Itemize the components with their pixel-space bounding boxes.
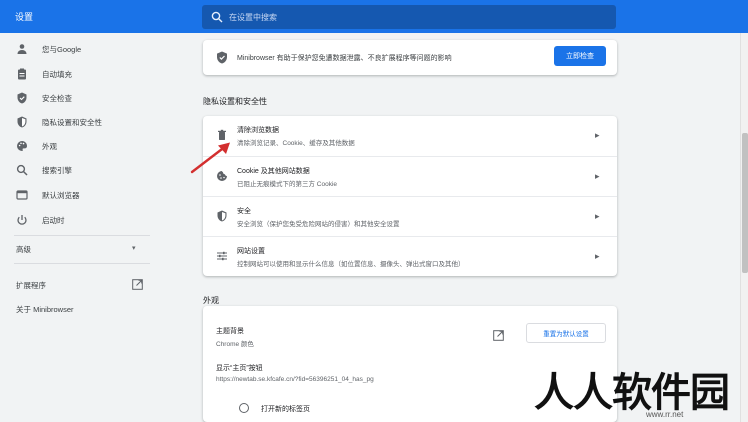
row-subtitle: 已阻止无痕模式下的第三方 Cookie bbox=[237, 181, 338, 188]
sidebar-item-autofill[interactable]: 自动填充 bbox=[0, 62, 160, 86]
red-arrow-annotation bbox=[190, 142, 230, 174]
clear-browsing-data-row[interactable]: 清除浏览数据 清除浏览记录、Cookie、缓存及其他数据 ▸ bbox=[203, 116, 617, 156]
sidebar-item-privacy[interactable]: 隐私设置和安全性 bbox=[0, 110, 160, 134]
sliders-icon bbox=[217, 251, 227, 261]
watermark-text: 人人软件园 bbox=[534, 370, 730, 416]
sidebar-about[interactable]: 关于 Minibrowser bbox=[16, 304, 74, 315]
search-box[interactable] bbox=[202, 5, 616, 29]
sidebar-item-label: 安全检查 bbox=[42, 94, 72, 103]
open-in-new-icon[interactable] bbox=[132, 279, 143, 290]
privacy-section-title: 隐私设置和安全性 bbox=[203, 97, 267, 106]
scrollbar-thumb[interactable] bbox=[742, 133, 748, 273]
chevron-right-icon: ▸ bbox=[595, 130, 600, 140]
clipboard-icon bbox=[18, 68, 26, 80]
palette-icon bbox=[17, 141, 28, 151]
search-icon bbox=[16, 164, 28, 176]
theme-subtitle: Chrome 颜色 bbox=[216, 341, 254, 348]
person-icon bbox=[17, 44, 27, 54]
cookies-row[interactable]: Cookie 及其他网站数据 已阻止无痕模式下的第三方 Cookie ▸ bbox=[203, 156, 617, 196]
row-title: 清除浏览数据 bbox=[237, 127, 279, 134]
sidebar-item-you-and-google[interactable]: 您与Google bbox=[0, 37, 160, 61]
safety-check-text: Minibrowser 有助于保护您免遭数据泄露、不良扩展程序等问题的影响 bbox=[237, 55, 452, 62]
sidebar-item-label: 默认浏览器 bbox=[42, 191, 80, 200]
sidebar: 您与Google 自动填充 安全检查 隐私设置和安全性 外观 搜索引擎 默认浏览… bbox=[0, 33, 160, 422]
theme-title: 主题背景 bbox=[216, 328, 244, 335]
row-title: 安全 bbox=[237, 208, 251, 215]
search-input[interactable] bbox=[229, 9, 599, 25]
sidebar-item-label: 启动时 bbox=[42, 216, 65, 225]
sidebar-item-search-engine[interactable]: 搜索引擎 bbox=[0, 158, 160, 182]
open-in-new-icon[interactable] bbox=[493, 330, 504, 341]
chevron-right-icon: ▸ bbox=[595, 171, 600, 181]
security-row[interactable]: 安全 安全浏览（保护您免受危险网站的侵害）和其他安全设置 ▸ bbox=[203, 196, 617, 236]
browser-icon bbox=[16, 190, 28, 200]
safety-check-card: Minibrowser 有助于保护您免遭数据泄露、不良扩展程序等问题的影响 立即… bbox=[203, 40, 617, 75]
shield-icon bbox=[217, 51, 227, 64]
shield-icon bbox=[217, 210, 227, 222]
privacy-card: 清除浏览数据 清除浏览记录、Cookie、缓存及其他数据 ▸ Cookie 及其… bbox=[203, 116, 617, 276]
row-subtitle: 安全浏览（保护您免受危险网站的侵害）和其他安全设置 bbox=[237, 221, 400, 228]
top-bar: 设置 bbox=[0, 0, 748, 33]
shield-icon bbox=[17, 92, 27, 104]
chevron-right-icon: ▸ bbox=[595, 251, 600, 261]
home-url: https://newtab.se.kfcafe.cn/?fid=5639625… bbox=[216, 376, 374, 383]
site-settings-row[interactable]: 网站设置 控制网站可以使用和显示什么信息（如位置信息、摄像头、弹出式窗口及其他）… bbox=[203, 236, 617, 276]
sidebar-item-label: 外观 bbox=[42, 142, 57, 151]
new-tab-radio[interactable] bbox=[239, 403, 249, 413]
appearance-section-title: 外观 bbox=[203, 296, 219, 305]
row-subtitle: 清除浏览记录、Cookie、缓存及其他数据 bbox=[237, 140, 355, 147]
sidebar-item-appearance[interactable]: 外观 bbox=[0, 134, 160, 158]
app-title: 设置 bbox=[15, 12, 34, 22]
sidebar-item-on-startup[interactable]: 启动时 bbox=[0, 208, 160, 232]
row-subtitle: 控制网站可以使用和显示什么信息（如位置信息、摄像头、弹出式窗口及其他） bbox=[237, 261, 465, 268]
sidebar-divider bbox=[14, 235, 150, 236]
sidebar-item-label: 您与Google bbox=[42, 45, 82, 54]
chevron-right-icon: ▸ bbox=[595, 211, 600, 221]
sidebar-item-label: 隐私设置和安全性 bbox=[42, 118, 102, 127]
chevron-down-icon[interactable]: ▾ bbox=[132, 244, 136, 252]
home-button-title: 显示“主页”按钮 bbox=[216, 365, 263, 372]
sidebar-item-label: 自动填充 bbox=[42, 70, 72, 79]
sidebar-advanced[interactable]: 高级 bbox=[16, 244, 31, 255]
row-title: 网站设置 bbox=[237, 248, 265, 255]
sidebar-item-safety-check[interactable]: 安全检查 bbox=[0, 86, 160, 110]
sidebar-item-default-browser[interactable]: 默认浏览器 bbox=[0, 183, 160, 207]
reset-to-default-button[interactable]: 重置为默认设置 bbox=[526, 323, 606, 343]
sidebar-item-label: 搜索引擎 bbox=[42, 166, 72, 175]
watermark: 人人软件园 www.rr.net bbox=[496, 360, 740, 420]
scrollbar[interactable] bbox=[740, 33, 748, 422]
search-icon bbox=[211, 11, 223, 23]
radio-label: 打开新的标签页 bbox=[261, 406, 310, 413]
check-now-button[interactable]: 立即检查 bbox=[554, 46, 606, 66]
shield-lock-icon bbox=[17, 116, 27, 128]
sidebar-extensions[interactable]: 扩展程序 bbox=[16, 280, 46, 291]
row-title: Cookie 及其他网站数据 bbox=[237, 168, 310, 175]
power-icon bbox=[17, 215, 27, 225]
watermark-url: www.rr.net bbox=[646, 410, 684, 419]
sidebar-divider bbox=[14, 263, 150, 264]
